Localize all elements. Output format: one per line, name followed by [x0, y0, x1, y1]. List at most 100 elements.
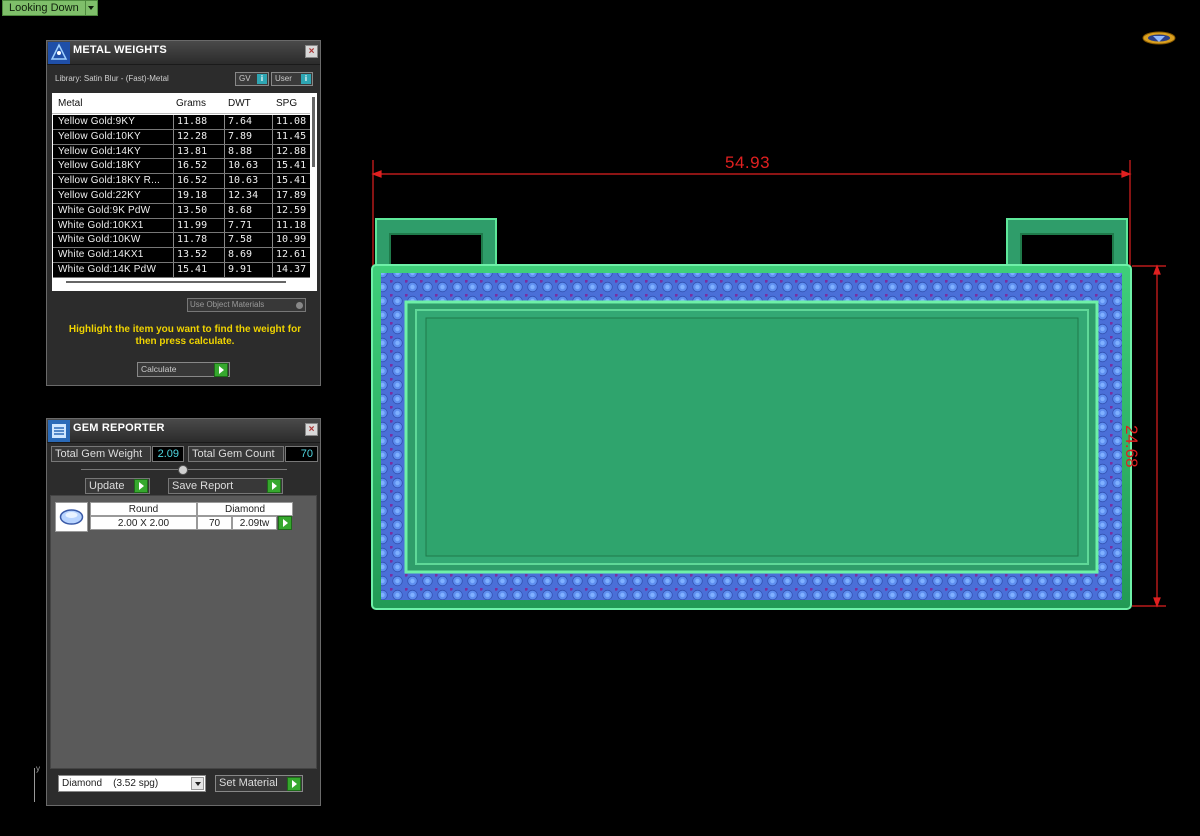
table-cell: 13.50 — [177, 204, 208, 216]
calculate-button[interactable]: Calculate — [137, 362, 230, 377]
table-cell: 8.69 — [228, 249, 253, 261]
gv-toggle[interactable]: GV i — [235, 72, 269, 86]
column-header[interactable]: Metal — [58, 98, 82, 109]
report-icon — [48, 420, 70, 442]
width-dimension-label: 54.93 — [725, 153, 771, 172]
table-cell: 11.88 — [177, 116, 208, 127]
vertical-scrollbar[interactable] — [312, 97, 315, 167]
left-bail — [375, 218, 497, 268]
splitter-handle[interactable] — [178, 465, 188, 475]
column-divider — [224, 159, 225, 174]
table-cell: 8.88 — [228, 145, 253, 157]
table-row[interactable]: White Gold:14K PdW 15.41 9.91 14.37 — [53, 262, 310, 278]
column-divider — [272, 248, 273, 262]
horizontal-scrollbar[interactable] — [66, 281, 286, 283]
gem-shape-cell: Round — [90, 502, 197, 516]
scale-icon — [48, 42, 70, 64]
gem-reporter-title: GEM REPORTER — [73, 422, 165, 434]
material-select-value: Diamond (3.52 spg) — [62, 778, 159, 789]
column-divider — [224, 144, 225, 159]
table-cell: 7.64 — [228, 116, 253, 127]
save-report-button[interactable]: Save Report — [168, 478, 283, 494]
table-row[interactable]: Yellow Gold:22KY 19.18 12.34 17.89 — [53, 188, 310, 204]
gv-label: GV — [239, 74, 251, 83]
column-divider — [173, 174, 174, 188]
column-divider — [272, 188, 273, 203]
metal-table-header: Metal Grams DWT SPG — [52, 93, 310, 114]
column-divider — [272, 144, 273, 159]
table-cell: 19.18 — [177, 189, 208, 201]
material-select[interactable]: Diamond (3.52 spg) — [58, 775, 206, 792]
table-cell: 17.89 — [276, 189, 307, 201]
table-cell: 11.08 — [276, 116, 307, 127]
column-header[interactable]: DWT — [228, 98, 251, 109]
metal-weights-titlebar[interactable]: METAL WEIGHTS × — [47, 41, 320, 65]
close-icon[interactable]: × — [305, 45, 318, 58]
table-cell: White Gold:10KX1 — [58, 219, 144, 231]
table-cell: 12.28 — [177, 130, 208, 142]
table-cell: 8.68 — [228, 204, 253, 216]
metal-table-body: Yellow Gold:9KY 11.88 7.64 11.08 Yellow Gold… — [53, 115, 310, 278]
column-divider — [224, 248, 225, 262]
gem-thumbnail[interactable] — [55, 502, 88, 532]
column-divider — [173, 218, 174, 233]
metal-weights-panel: METAL WEIGHTS × Library: Satin Blur - (F… — [46, 40, 321, 386]
use-object-materials-checkbox[interactable]: Use Object Materials — [187, 298, 306, 312]
column-divider — [173, 203, 174, 218]
update-button[interactable]: Update — [85, 478, 150, 494]
round-gem-icon — [59, 509, 84, 525]
table-row[interactable]: White Gold:10KW 11.78 7.58 10.99 — [53, 233, 310, 249]
info-icon[interactable]: i — [257, 74, 267, 84]
column-divider — [272, 129, 273, 144]
table-cell: 11.78 — [177, 234, 208, 246]
column-divider — [224, 174, 225, 188]
table-row[interactable]: White Gold:14KX1 13.52 8.69 12.61 — [53, 248, 310, 263]
table-cell: 12.59 — [276, 204, 307, 216]
table-row[interactable]: Yellow Gold:10KY 12.28 7.89 11.45 — [53, 129, 310, 145]
play-icon[interactable] — [134, 479, 148, 493]
column-divider — [272, 159, 273, 174]
column-divider — [272, 218, 273, 233]
gem-report-list[interactable]: Round Diamond 2.00 X 2.00 70 2.09tw — [50, 495, 317, 769]
total-gem-weight: Total Gem Weight 2.09 — [51, 446, 184, 462]
close-icon[interactable]: × — [305, 423, 318, 436]
metal-table[interactable]: Metal Grams DWT SPG Yellow Gold:9KY 11.88… — [52, 93, 317, 291]
chevron-down-icon[interactable] — [191, 777, 204, 790]
table-row[interactable]: Yellow Gold:9KY 11.88 7.64 11.08 — [53, 115, 310, 130]
use-object-materials-label: Use Object Materials — [190, 300, 265, 309]
column-divider — [173, 144, 174, 159]
user-toggle[interactable]: User i — [271, 72, 313, 86]
radio-icon — [296, 302, 303, 309]
gem-reporter-titlebar[interactable]: GEM REPORTER × — [47, 419, 320, 443]
set-material-label: Set Material — [219, 777, 278, 789]
table-cell: 12.88 — [276, 145, 307, 157]
table-cell: White Gold:14KX1 — [58, 249, 144, 261]
total-gem-count-label: Total Gem Count — [188, 446, 284, 462]
table-cell: Yellow Gold:10KY — [58, 130, 141, 142]
gem-weight-cell: 2.09tw — [232, 516, 277, 530]
library-label: Library: Satin Blur - (Fast)-Metal — [55, 74, 169, 83]
play-icon[interactable] — [287, 777, 301, 791]
play-icon[interactable] — [278, 516, 292, 530]
table-cell: 11.99 — [177, 219, 208, 231]
table-row[interactable]: White Gold:10KX1 11.99 7.71 11.18 — [53, 218, 310, 234]
table-row[interactable]: White Gold:9K PdW 13.50 8.68 12.59 — [53, 203, 310, 219]
total-gem-count: Total Gem Count 70 — [188, 446, 318, 462]
column-header[interactable]: Grams — [176, 98, 206, 109]
column-divider — [173, 188, 174, 203]
column-divider — [173, 159, 174, 174]
table-row[interactable]: Yellow Gold:18KY R... 16.52 10.63 15.41 — [53, 174, 310, 189]
play-icon[interactable] — [214, 363, 228, 377]
column-divider — [224, 218, 225, 233]
table-row[interactable]: Yellow Gold:14KY 13.81 8.88 12.88 — [53, 144, 310, 160]
table-cell: 10.63 — [228, 160, 259, 172]
table-row[interactable]: Yellow Gold:18KY 16.52 10.63 15.41 — [53, 159, 310, 175]
table-cell: 15.41 — [276, 160, 307, 172]
set-material-button[interactable]: Set Material — [215, 775, 303, 792]
info-icon[interactable]: i — [301, 74, 311, 84]
play-icon[interactable] — [267, 479, 281, 493]
column-header[interactable]: SPG — [276, 98, 297, 109]
gem-count-cell: 70 — [197, 516, 232, 530]
table-cell: 11.45 — [276, 130, 307, 142]
column-divider — [224, 129, 225, 144]
